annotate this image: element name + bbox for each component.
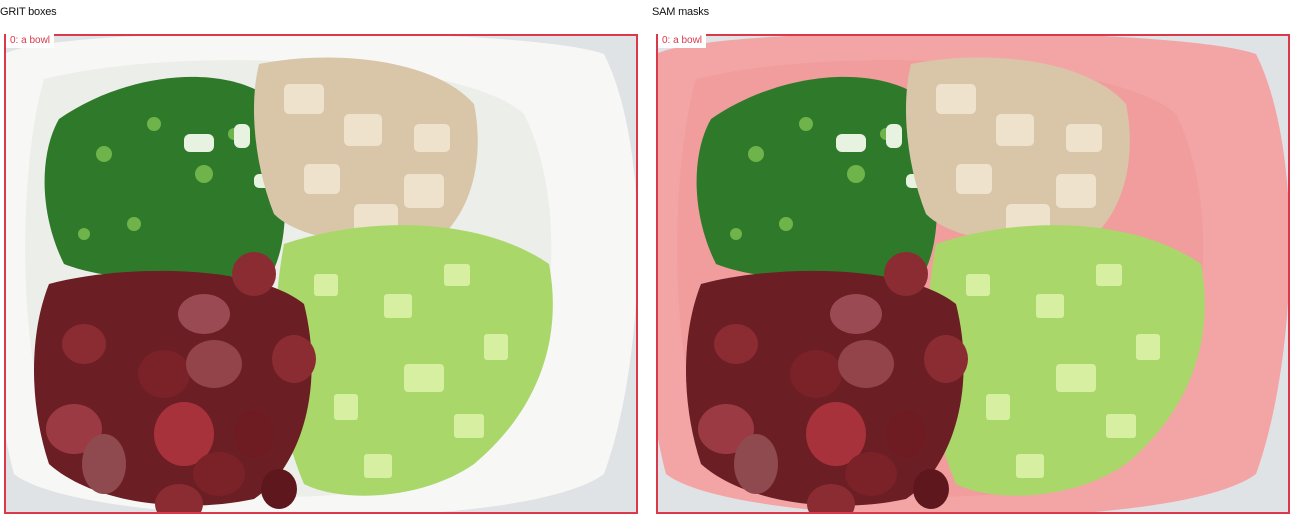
box-label-bowl: 0: a bowl bbox=[658, 34, 707, 48]
panel-title-sam: SAM masks bbox=[652, 6, 709, 18]
grit-photo bbox=[4, 34, 638, 514]
box-label-bowl: 0: a bowl bbox=[6, 34, 55, 48]
panel-title-grit: GRIT boxes bbox=[0, 6, 57, 18]
sam-panel: 0: a bowl bbox=[656, 34, 1290, 514]
sam-photo bbox=[656, 34, 1290, 514]
grit-panel: 0: a bowl bbox=[4, 34, 638, 514]
green-onion-region bbox=[44, 76, 285, 280]
green-onion-region bbox=[696, 76, 937, 280]
